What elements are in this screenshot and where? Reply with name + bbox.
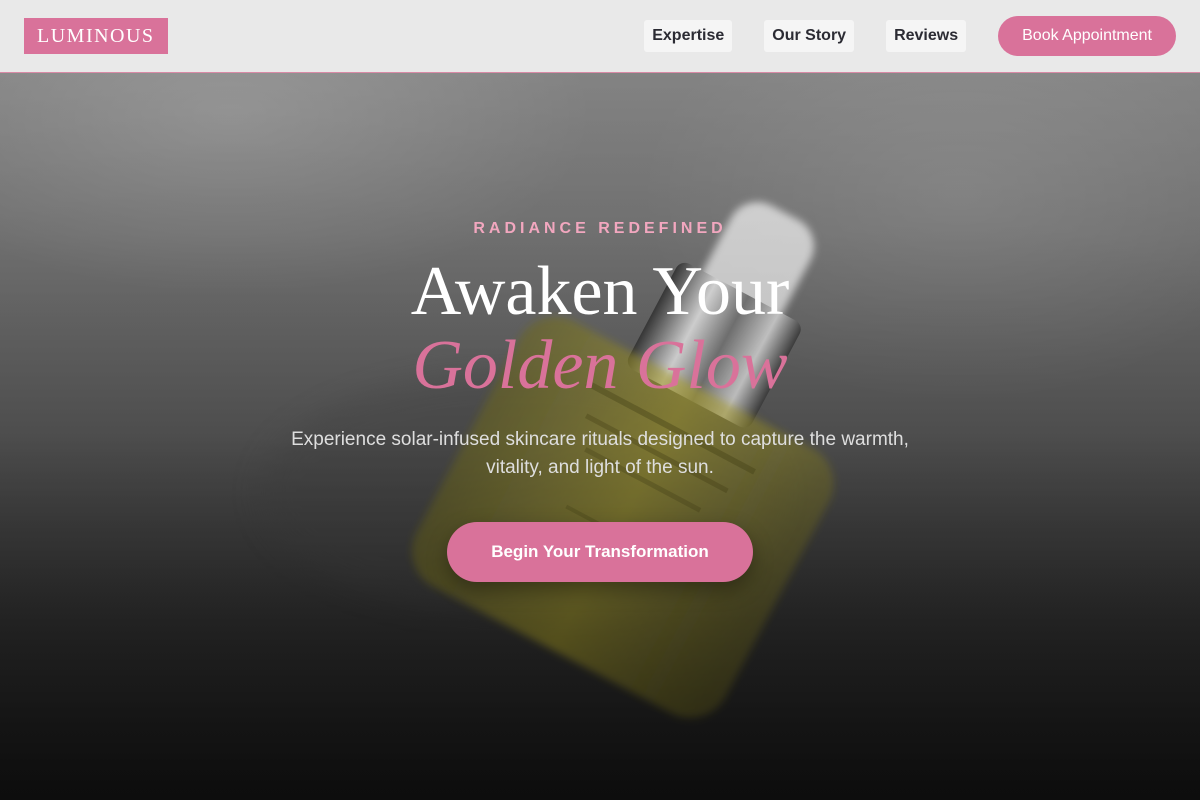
begin-transformation-button[interactable]: Begin Your Transformation: [447, 522, 753, 582]
brand-logo[interactable]: LUMINOUS: [24, 18, 168, 54]
nav-link-expertise[interactable]: Expertise: [644, 20, 733, 52]
hero-section: RADIANCE REDEFINED Awaken Your Golden Gl…: [0, 73, 1200, 800]
book-appointment-button[interactable]: Book Appointment: [998, 16, 1176, 56]
hero-eyebrow: RADIANCE REDEFINED: [473, 220, 727, 237]
nav-link-reviews[interactable]: Reviews: [886, 20, 967, 52]
headline-line-1: Awaken Your: [410, 253, 790, 330]
top-navigation: LUMINOUS Expertise Our Story Reviews Boo…: [0, 0, 1200, 73]
hero-content: RADIANCE REDEFINED Awaken Your Golden Gl…: [0, 73, 1200, 800]
hero-headline: Awaken Your Golden Glow: [0, 255, 1200, 403]
hero-subtitle: Experience solar-infused skincare ritual…: [291, 429, 909, 478]
headline-line-2: Golden Glow: [412, 327, 788, 404]
nav-links: Expertise Our Story Reviews Book Appoint…: [644, 16, 1176, 56]
nav-link-our-story[interactable]: Our Story: [764, 20, 855, 52]
